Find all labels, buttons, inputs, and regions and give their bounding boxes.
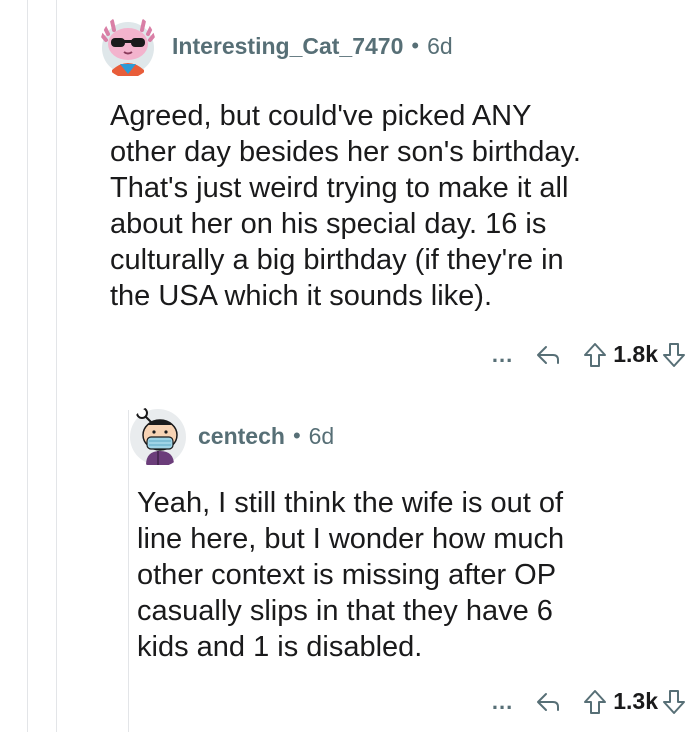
comment-age: 6d	[427, 32, 453, 59]
username[interactable]: Interesting_Cat_7470	[172, 33, 403, 60]
comment-header: centech • 6d	[128, 405, 334, 467]
reply-button[interactable]	[535, 691, 561, 713]
reply-icon	[537, 345, 560, 364]
comment-thread: Interesting_Cat_7470 • 6d Agreed, but co…	[0, 0, 700, 732]
thread-line[interactable]	[27, 0, 28, 732]
username[interactable]: centech	[198, 423, 285, 450]
vote-score: 1.3k	[613, 688, 658, 714]
more-options-button[interactable]: ...	[492, 342, 513, 368]
reply-icon	[537, 692, 560, 711]
avatar[interactable]	[128, 405, 188, 467]
more-options-button[interactable]: ...	[492, 689, 513, 715]
downvote-icon[interactable]	[662, 689, 686, 715]
upvote-icon[interactable]	[583, 689, 607, 715]
separator-dot: •	[411, 33, 420, 58]
comment-age: 6d	[308, 422, 335, 449]
avatar[interactable]	[100, 14, 156, 78]
comment-actions: ... 1.8k	[492, 341, 686, 368]
vote-control: 1.8k	[583, 341, 686, 368]
separator-dot: •	[292, 423, 301, 448]
downvote-icon[interactable]	[662, 342, 686, 368]
thread-line[interactable]	[56, 0, 57, 732]
comment-actions: ... 1.3k	[492, 688, 686, 715]
upvote-icon[interactable]	[583, 342, 607, 368]
vote-control: 1.3k	[583, 688, 686, 715]
comment-header: Interesting_Cat_7470 • 6d	[100, 14, 453, 78]
comment-body: Yeah, I still think the wife is out of l…	[137, 487, 565, 663]
comment-body: Agreed, but could've picked ANY other da…	[110, 100, 581, 312]
vote-score: 1.8k	[613, 341, 658, 367]
reply-button[interactable]	[535, 344, 561, 366]
